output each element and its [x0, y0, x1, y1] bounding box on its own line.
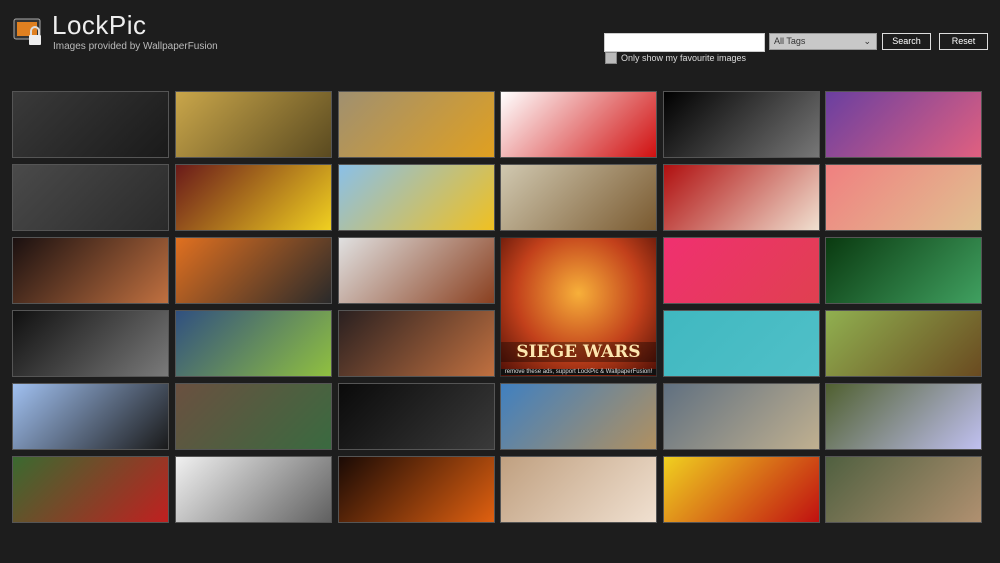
wallpaper-thumbnail[interactable] — [500, 91, 657, 158]
wallpaper-thumbnail[interactable] — [12, 383, 169, 450]
wallpaper-thumbnail[interactable] — [175, 383, 332, 450]
wallpaper-thumbnail[interactable] — [12, 456, 169, 523]
ad-title: SIEGE WARS — [501, 342, 656, 362]
wallpaper-thumbnail[interactable] — [500, 456, 657, 523]
tags-dropdown[interactable]: All Tags ⌄ — [769, 33, 877, 50]
wallpaper-thumbnail[interactable] — [12, 237, 169, 304]
wallpaper-thumbnail[interactable] — [663, 91, 820, 158]
wallpaper-thumbnail[interactable] — [500, 383, 657, 450]
wallpaper-thumbnail[interactable] — [338, 91, 495, 158]
wallpaper-thumbnail[interactable] — [338, 164, 495, 231]
wallpaper-thumbnail[interactable] — [825, 383, 982, 450]
favourites-filter[interactable]: Only show my favourite images — [605, 52, 746, 64]
wallpaper-thumbnail[interactable] — [12, 310, 169, 377]
ad-caption[interactable]: remove these ads, support LockPic & Wall… — [501, 369, 656, 375]
wallpaper-thumbnail[interactable] — [175, 164, 332, 231]
wallpaper-thumbnail[interactable] — [12, 91, 169, 158]
advertisement[interactable]: SIEGE WARS remove these ads, support Loc… — [500, 237, 657, 377]
wallpaper-thumbnail[interactable] — [175, 91, 332, 158]
reset-button[interactable]: Reset — [939, 33, 988, 50]
wallpaper-thumbnail[interactable] — [338, 237, 495, 304]
wallpaper-thumbnail[interactable] — [663, 456, 820, 523]
wallpaper-thumbnail[interactable] — [825, 237, 982, 304]
favourites-checkbox[interactable] — [605, 52, 617, 64]
wallpaper-thumbnail[interactable] — [825, 310, 982, 377]
search-button[interactable]: Search — [882, 33, 931, 50]
wallpaper-thumbnail[interactable] — [12, 164, 169, 231]
tags-selected: All Tags — [774, 36, 806, 46]
wallpaper-thumbnail[interactable] — [338, 310, 495, 377]
wallpaper-thumbnail[interactable] — [663, 310, 820, 377]
favourites-label: Only show my favourite images — [621, 53, 747, 63]
wallpaper-thumbnail[interactable] — [663, 237, 820, 304]
app-subtitle: Images provided by WallpaperFusion — [53, 41, 218, 52]
app-title: LockPic — [52, 10, 147, 40]
wallpaper-thumbnail[interactable] — [338, 456, 495, 523]
search-input[interactable] — [604, 33, 765, 52]
wallpaper-thumbnail[interactable] — [825, 164, 982, 231]
wallpaper-thumbnail[interactable] — [175, 456, 332, 523]
wallpaper-thumbnail[interactable] — [175, 310, 332, 377]
wallpaper-thumbnail[interactable] — [175, 237, 332, 304]
wallpaper-thumbnail[interactable] — [825, 91, 982, 158]
wallpaper-thumbnail[interactable] — [500, 164, 657, 231]
wallpaper-thumbnail[interactable] — [338, 383, 495, 450]
wallpaper-thumbnail[interactable] — [663, 383, 820, 450]
wallpaper-thumbnail[interactable] — [825, 456, 982, 523]
chevron-down-icon: ⌄ — [863, 36, 871, 46]
wallpaper-thumbnail[interactable] — [663, 164, 820, 231]
app-logo-icon — [13, 18, 41, 45]
